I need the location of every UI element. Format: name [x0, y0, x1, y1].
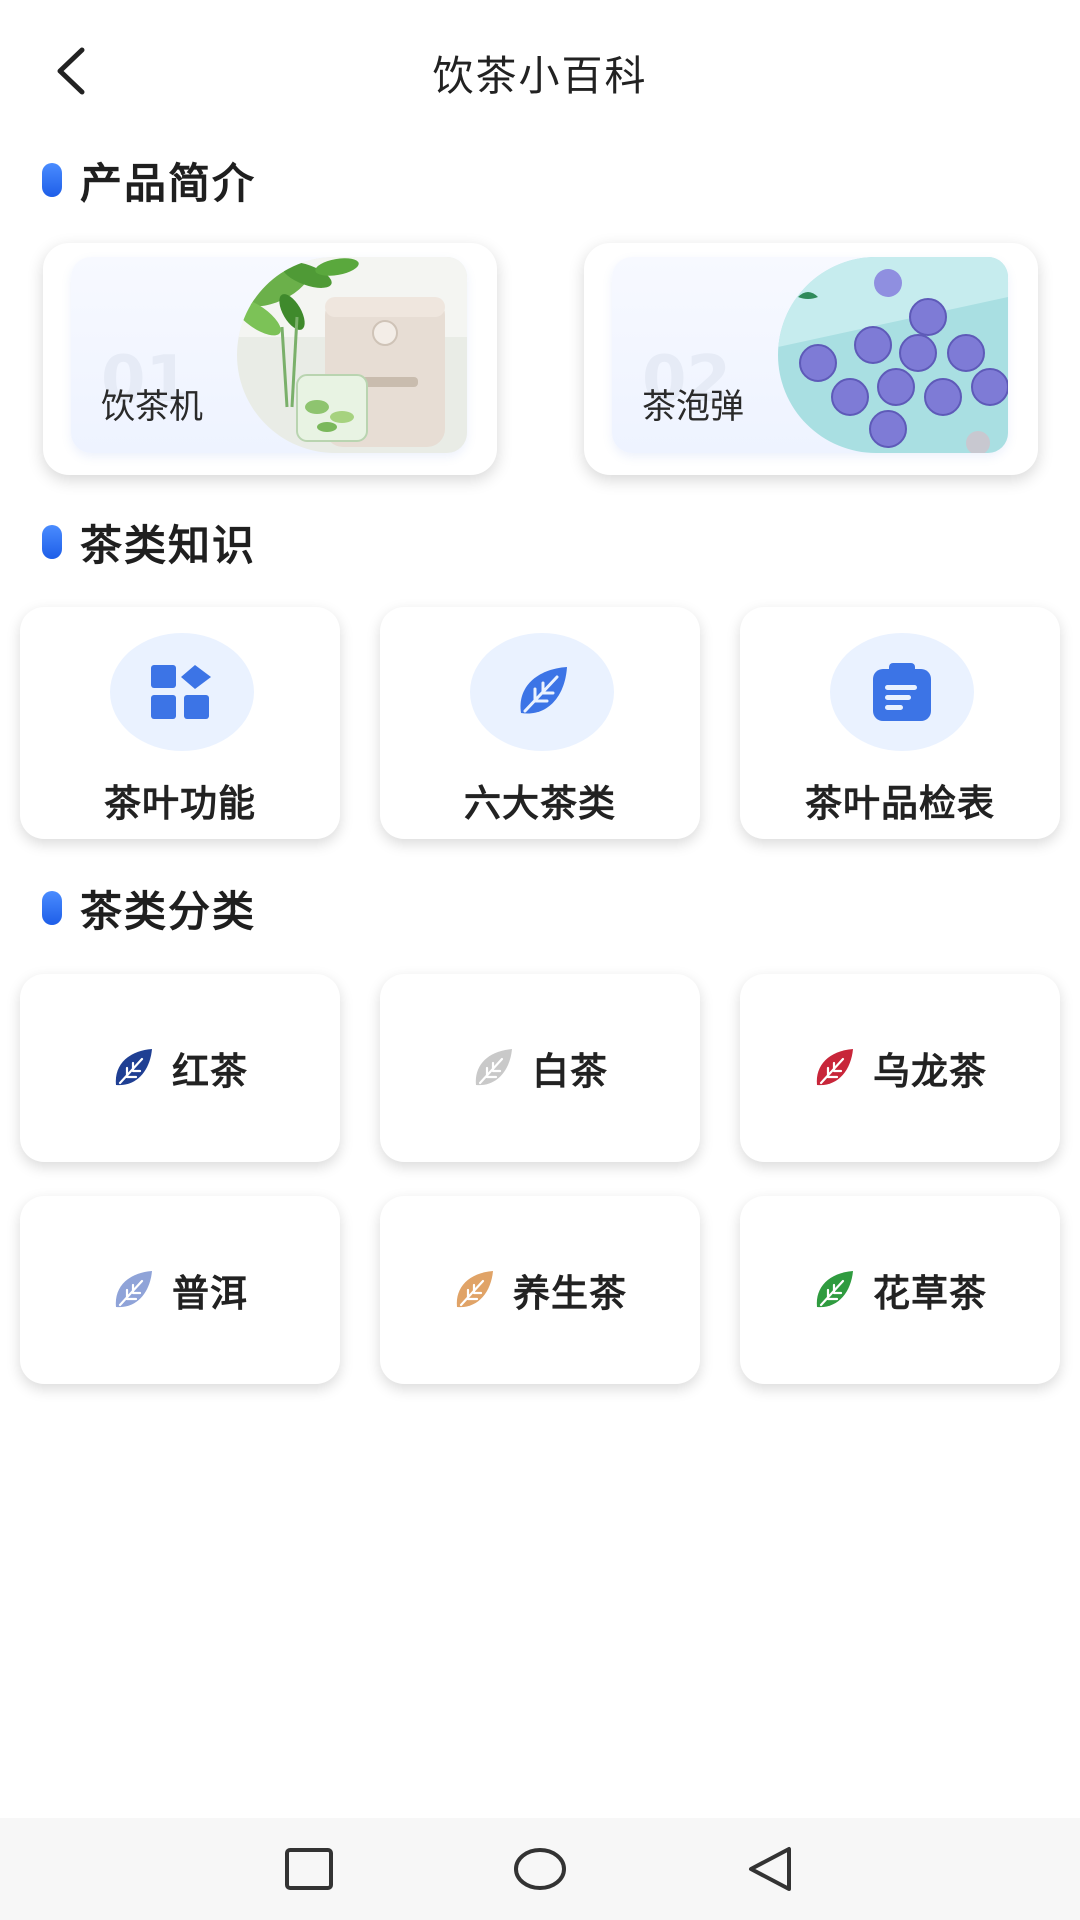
section-marker: [42, 163, 62, 197]
leaf-icon: [115, 1049, 152, 1086]
tea-card-black-tea[interactable]: 红茶: [20, 974, 340, 1162]
tea-label: 红茶: [172, 1050, 248, 1093]
section-title: 产品简介: [80, 158, 257, 208]
section-marker: [42, 891, 62, 925]
tea-label: 养生茶: [513, 1272, 627, 1315]
product-label: 饮茶机: [101, 387, 203, 427]
section-header-classify: 茶类分类: [42, 878, 256, 938]
product-card-inner: 01 饮茶机: [71, 257, 467, 453]
tea-card-oolong[interactable]: 乌龙茶: [740, 974, 1060, 1162]
tea-capsule-photo: [778, 257, 1008, 453]
product-card-inner: 02 茶泡弹: [612, 257, 1008, 453]
section-title: 茶类分类: [80, 886, 257, 936]
app-header: 饮茶小百科: [0, 0, 1080, 140]
section-title: 茶类知识: [80, 520, 257, 570]
product-card-tea-machine[interactable]: 01 饮茶机: [43, 243, 497, 475]
icon-circle: [830, 633, 974, 751]
product-card-tea-capsule[interactable]: 02 茶泡弹: [584, 243, 1038, 475]
leaf-icon: [520, 667, 567, 714]
back-nav-button[interactable]: [735, 1838, 805, 1900]
product-label: 茶泡弹: [642, 387, 744, 427]
clipboard-icon: [873, 663, 931, 721]
tea-label: 普洱: [172, 1272, 248, 1315]
recent-apps-button[interactable]: [274, 1838, 344, 1900]
section-header-knowledge: 茶类知识: [42, 512, 256, 572]
tea-card-health-tea[interactable]: 养生茶: [380, 1196, 700, 1384]
page-title: 饮茶小百科: [432, 52, 648, 100]
knowledge-card-tea-functions[interactable]: 茶叶功能: [20, 607, 340, 839]
knowledge-label: 茶叶功能: [104, 782, 256, 825]
circle-icon: [514, 1848, 566, 1890]
tea-label: 花草茶: [873, 1272, 987, 1315]
tea-card-puer[interactable]: 普洱: [20, 1196, 340, 1384]
tea-machine-photo: [237, 257, 467, 453]
tea-card-herbal-tea[interactable]: 花草茶: [740, 1196, 1060, 1384]
section-marker: [42, 525, 62, 559]
tea-label: 乌龙茶: [873, 1050, 987, 1093]
leaf-icon: [115, 1271, 152, 1308]
icon-circle: [470, 633, 614, 751]
knowledge-card-inspection-sheet[interactable]: 茶叶品检表: [740, 607, 1060, 839]
home-button[interactable]: [505, 1838, 575, 1900]
knowledge-label: 茶叶品检表: [805, 782, 995, 825]
tea-card-white-tea[interactable]: 白茶: [380, 974, 700, 1162]
knowledge-card-six-teas[interactable]: 六大茶类: [380, 607, 700, 839]
leaf-icon: [816, 1271, 853, 1308]
leaf-icon: [475, 1049, 512, 1086]
grid-icon: [151, 665, 211, 719]
leaf-icon: [456, 1271, 493, 1308]
system-navigation-bar: [0, 1818, 1080, 1920]
leaf-icon: [816, 1049, 853, 1086]
knowledge-label: 六大茶类: [464, 782, 616, 825]
triangle-back-icon: [749, 1847, 791, 1891]
tea-label: 白茶: [532, 1050, 608, 1093]
square-icon: [285, 1848, 333, 1890]
section-header-products: 产品简介: [42, 150, 256, 210]
icon-circle: [110, 633, 254, 751]
